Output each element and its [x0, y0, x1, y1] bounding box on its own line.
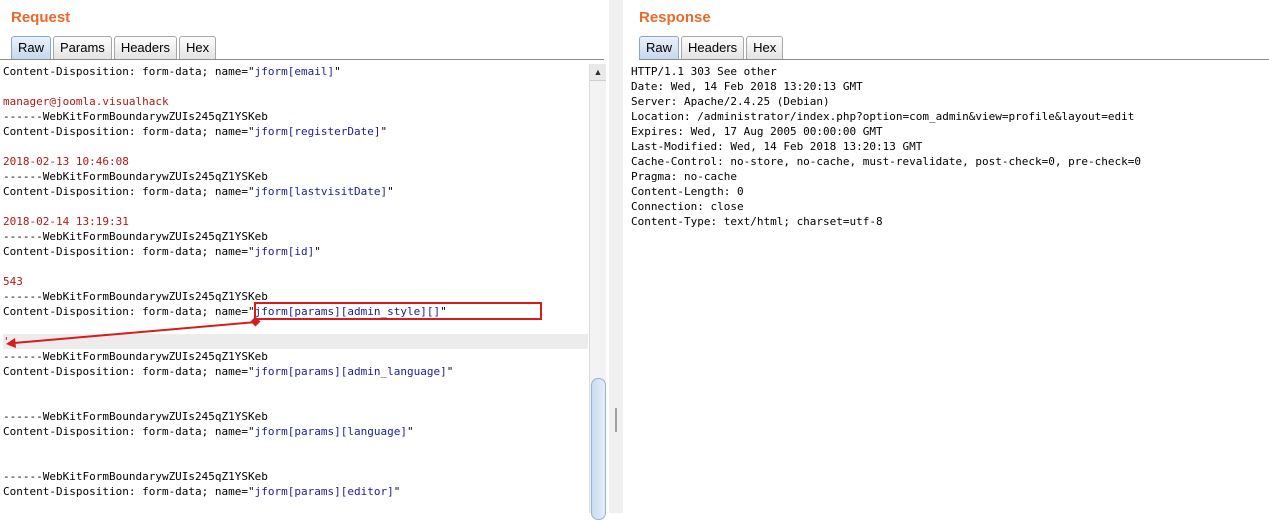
response-raw-viewer[interactable]: HTTP/1.1 303 See other Date: Wed, 14 Feb … [631, 64, 1267, 513]
request-line-text: Content-Disposition: form-data; name=" [3, 185, 255, 198]
request-line-text: Content-Disposition: form-data; name=" [3, 125, 255, 138]
request-tab-divider [0, 59, 604, 60]
response-line: HTTP/1.1 303 See other [631, 65, 777, 78]
request-line-text: ------WebKitFormBoundarywZUIs245qZ1YSKeb [3, 410, 268, 423]
request-line [3, 394, 588, 409]
request-tab-headers[interactable]: Headers [113, 36, 177, 59]
request-line-text: " [314, 245, 321, 258]
request-line-text: ------WebKitFormBoundarywZUIs245qZ1YSKeb [3, 290, 268, 303]
request-line-text: ------WebKitFormBoundarywZUIs245qZ1YSKeb [3, 230, 268, 243]
request-line [3, 259, 588, 274]
response-title: Response [639, 9, 711, 26]
response-line: Content-Length: 0 [631, 185, 744, 198]
response-line: Last-Modified: Wed, 14 Feb 2018 13:20:13… [631, 140, 923, 153]
request-line [3, 139, 588, 154]
request-line-text: ------WebKitFormBoundarywZUIs245qZ1YSKeb [3, 170, 268, 183]
request-line-value: jform[params][language] [254, 425, 407, 438]
request-line [3, 439, 588, 454]
response-tab-raw[interactable]: Raw [639, 36, 680, 59]
request-line-body: 2018-02-13 10:46:08 [3, 155, 129, 168]
request-line-text: Content-Disposition: form-data; name=" [3, 245, 255, 258]
request-line-value: jform[lastvisitDate] [254, 185, 388, 198]
request-line-text: Content-Disposition: form-data; name=" [3, 425, 255, 438]
request-line-text: ------WebKitFormBoundarywZUIs245qZ1YSKeb [3, 470, 268, 483]
response-line: Cache-Control: no-store, no-cache, must-… [631, 155, 1141, 168]
response-line: Server: Apache/2.4.25 (Debian) [631, 95, 830, 108]
response-tab-headers[interactable]: Headers [681, 36, 745, 59]
response-tab-divider [639, 59, 1269, 60]
request-line: ------WebKitFormBoundarywZUIs245qZ1YSKeb [3, 109, 588, 124]
request-line-text: Content-Disposition: form-data; name=" [3, 65, 255, 78]
request-line [3, 319, 588, 334]
request-line-body: 2018-02-14 13:19:31 [3, 215, 129, 228]
request-line-text: ------WebKitFormBoundarywZUIs245qZ1YSKeb [3, 350, 268, 363]
request-line-value: jform[registerDate] [254, 125, 381, 138]
request-line: ------WebKitFormBoundarywZUIs245qZ1YSKeb [3, 169, 588, 184]
request-line: Content-Disposition: form-data; name="jf… [3, 124, 588, 139]
request-line-text: ------WebKitFormBoundarywZUIs245qZ1YSKeb [3, 110, 268, 123]
request-line-value: jform[id] [254, 245, 315, 258]
request-line: Content-Disposition: form-data; name="jf… [3, 184, 588, 199]
response-tab-hex[interactable]: Hex [746, 36, 784, 59]
request-tab-hex[interactable]: Hex [178, 36, 217, 59]
request-line: ------WebKitFormBoundarywZUIs245qZ1YSKeb [3, 469, 588, 484]
request-line-text: " [446, 365, 454, 378]
request-line: ------WebKitFormBoundarywZUIs245qZ1YSKeb [3, 409, 588, 424]
response-tab-bar: Raw Headers Hex [639, 36, 784, 59]
request-line: 2018-02-14 13:19:31 [3, 214, 588, 229]
response-line: Connection: close [631, 200, 744, 213]
request-raw-editor[interactable]: Content-Disposition: form-data; name="jf… [3, 64, 588, 513]
request-line-text: Content-Disposition: form-data; name=" [3, 485, 255, 498]
request-scrollbar[interactable]: ▲ [589, 64, 606, 520]
scroll-up-button[interactable]: ▲ [590, 64, 606, 81]
request-line-text: " [407, 425, 414, 438]
request-line [3, 199, 588, 214]
request-line: ------WebKitFormBoundarywZUIs245qZ1YSKeb [3, 229, 588, 244]
response-line: Expires: Wed, 17 Aug 2005 00:00:00 GMT [631, 125, 883, 138]
request-line: Content-Disposition: form-data; name="jf… [3, 484, 588, 499]
request-line-body: 543 [3, 275, 23, 288]
request-line [3, 379, 588, 394]
request-line-text: Content-Disposition: form-data; name=" [3, 305, 255, 318]
request-line: ' [3, 334, 588, 349]
request-line: 2018-02-13 10:46:08 [3, 154, 588, 169]
request-line-value: jform[email] [254, 65, 335, 78]
request-line-text: " [393, 485, 401, 498]
response-line: Location: /administrator/index.php?optio… [631, 110, 1135, 123]
triangle-up-icon: ▲ [593, 67, 603, 77]
scroll-thumb[interactable] [591, 378, 606, 520]
request-line: Content-Disposition: form-data; name="jf… [3, 424, 588, 439]
request-line-text: " [380, 125, 388, 138]
request-line [3, 454, 588, 469]
request-line: ------WebKitFormBoundarywZUIs245qZ1YSKeb [3, 349, 588, 364]
request-line-text: " [387, 185, 394, 198]
request-tab-params[interactable]: Params [53, 36, 112, 59]
request-tab-raw[interactable]: Raw [11, 36, 52, 59]
annotation-highlight-box [254, 302, 542, 320]
response-line: Date: Wed, 14 Feb 2018 13:20:13 GMT [631, 80, 863, 93]
request-line [3, 79, 588, 94]
request-line: 543 [3, 274, 588, 289]
request-line-body: ' [3, 335, 10, 348]
request-line: Content-Disposition: form-data; name="jf… [3, 244, 588, 259]
response-line: Content-Type: text/html; charset=utf-8 [631, 215, 883, 228]
request-line: Content-Disposition: form-data; name="jf… [3, 64, 588, 79]
response-panel: Response Raw Headers Hex HTTP/1.1 303 See … [625, 0, 1269, 513]
request-line: manager@joomla.visualhack [3, 94, 588, 109]
response-line: Pragma: no-cache [631, 170, 737, 183]
request-line-text: " [334, 65, 341, 78]
request-line-text: Content-Disposition: form-data; name=" [3, 365, 255, 378]
panel-splitter[interactable] [609, 0, 623, 513]
request-line-body: manager@joomla.visualhack [3, 95, 169, 108]
splitter-grip[interactable] [615, 408, 617, 432]
request-line: Content-Disposition: form-data; name="jf… [3, 364, 588, 379]
request-tab-bar: Raw Params Headers Hex [11, 36, 217, 59]
request-line-value: jform[params][editor] [254, 485, 394, 498]
request-line-value: jform[params][admin_language] [254, 365, 447, 378]
request-title: Request [11, 9, 71, 26]
request-panel: Request Raw Params Headers Hex Content-Disp… [0, 0, 607, 520]
